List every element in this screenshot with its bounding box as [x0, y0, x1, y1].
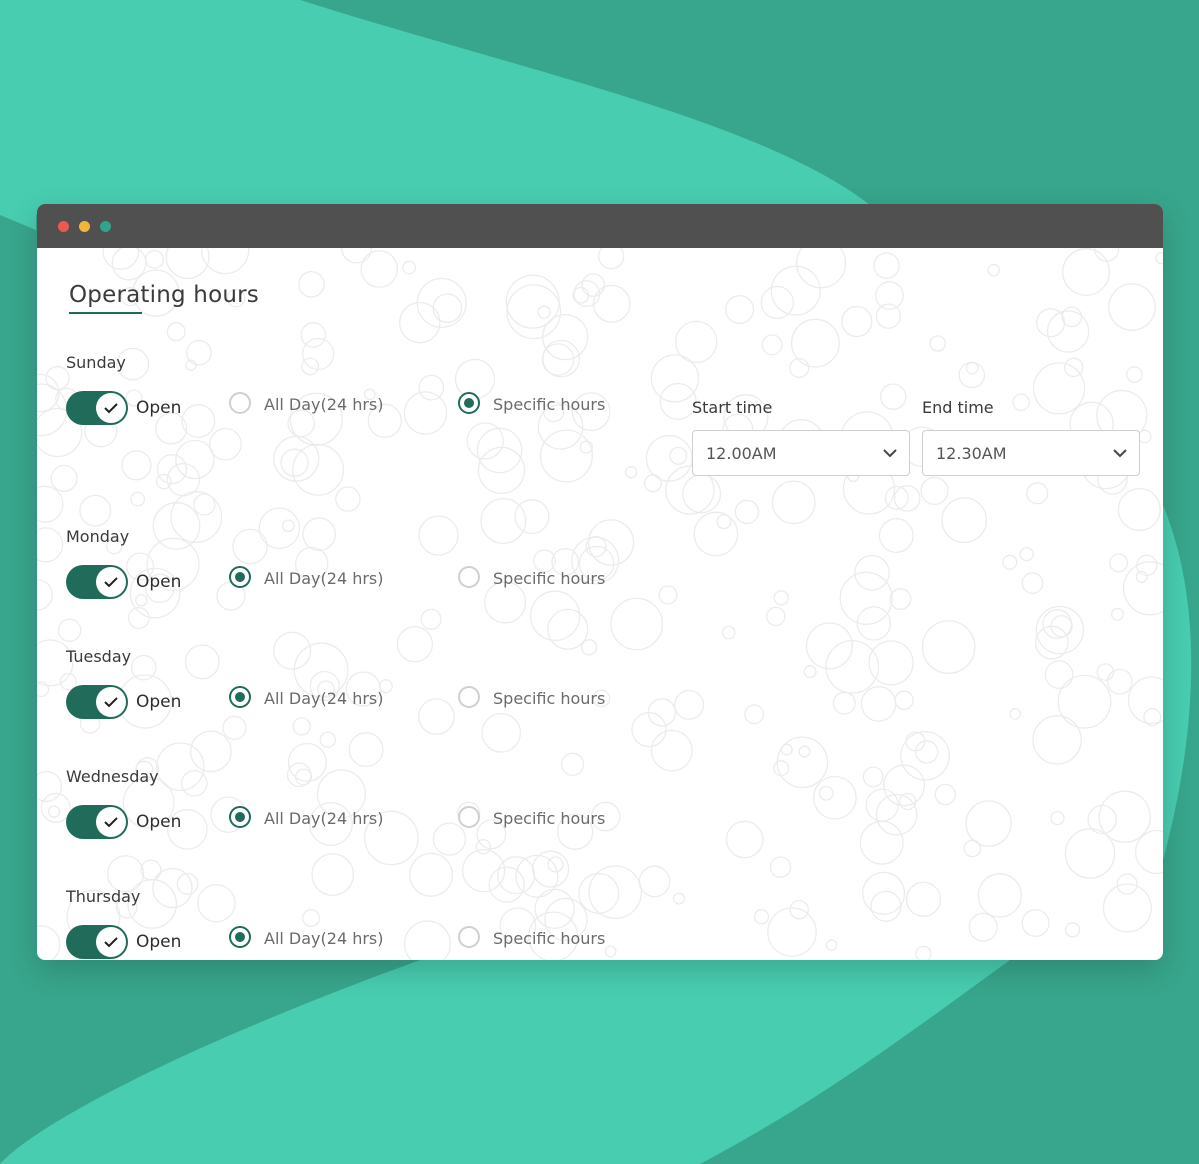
toggle-knob — [96, 927, 126, 957]
open-label-thursday: Open — [136, 932, 182, 952]
chevron-down-icon — [1113, 449, 1127, 458]
day-label-monday: Monday — [66, 527, 130, 546]
check-icon — [104, 937, 118, 948]
day-label-wednesday: Wednesday — [66, 767, 159, 786]
radio-specific-sunday[interactable] — [458, 392, 480, 414]
open-label-tuesday: Open — [136, 692, 182, 712]
radio-allday-label-sunday: All Day(24 hrs) — [264, 395, 384, 414]
open-toggle-thursday[interactable] — [66, 925, 128, 959]
start-time-value: 12.00AM — [706, 444, 777, 463]
open-toggle-monday[interactable] — [66, 565, 128, 599]
open-label-sunday: Open — [136, 398, 182, 418]
radio-specific-label-thursday: Specific hours — [493, 929, 606, 948]
open-toggle-wednesday[interactable] — [66, 805, 128, 839]
close-dot[interactable] — [58, 221, 69, 232]
day-label-tuesday: Tuesday — [66, 647, 132, 666]
operating-hours-panel: Operating hours Sunday Open All Day(24 h… — [37, 248, 1163, 960]
day-label-thursday: Thursday — [66, 887, 141, 906]
check-icon — [104, 577, 118, 588]
radio-allday-wednesday[interactable] — [229, 806, 251, 828]
radio-allday-monday[interactable] — [229, 566, 251, 588]
end-time-label: End time — [922, 398, 994, 417]
chevron-down-icon — [883, 449, 897, 458]
open-label-wednesday: Open — [136, 812, 182, 832]
check-icon — [104, 817, 118, 828]
radio-specific-label-sunday: Specific hours — [493, 395, 606, 414]
start-time-select[interactable]: 12.00AM — [692, 430, 910, 476]
radio-allday-label-wednesday: All Day(24 hrs) — [264, 809, 384, 828]
radio-specific-label-monday: Specific hours — [493, 569, 606, 588]
maximize-dot[interactable] — [100, 221, 111, 232]
radio-specific-thursday[interactable] — [458, 926, 480, 948]
end-time-select[interactable]: 12.30AM — [922, 430, 1140, 476]
radio-allday-label-thursday: All Day(24 hrs) — [264, 929, 384, 948]
radio-specific-monday[interactable] — [458, 566, 480, 588]
radio-allday-thursday[interactable] — [229, 926, 251, 948]
radio-specific-wednesday[interactable] — [458, 806, 480, 828]
toggle-knob — [96, 687, 126, 717]
open-label-monday: Open — [136, 572, 182, 592]
toggle-knob — [96, 393, 126, 423]
window-titlebar — [37, 204, 1163, 248]
check-icon — [104, 403, 118, 414]
open-toggle-sunday[interactable] — [66, 391, 128, 425]
radio-specific-label-wednesday: Specific hours — [493, 809, 606, 828]
radio-specific-label-tuesday: Specific hours — [493, 689, 606, 708]
app-window: Operating hours Sunday Open All Day(24 h… — [37, 204, 1163, 960]
bubble-pattern-background — [37, 248, 1163, 960]
check-icon — [104, 697, 118, 708]
radio-allday-tuesday[interactable] — [229, 686, 251, 708]
end-time-value: 12.30AM — [936, 444, 1007, 463]
toggle-knob — [96, 567, 126, 597]
title-underline — [69, 312, 142, 314]
page-title: Operating hours — [69, 282, 259, 308]
radio-allday-label-tuesday: All Day(24 hrs) — [264, 689, 384, 708]
day-label-sunday: Sunday — [66, 353, 126, 372]
minimize-dot[interactable] — [79, 221, 90, 232]
radio-allday-sunday[interactable] — [229, 392, 251, 414]
open-toggle-tuesday[interactable] — [66, 685, 128, 719]
radio-specific-tuesday[interactable] — [458, 686, 480, 708]
toggle-knob — [96, 807, 126, 837]
start-time-label: Start time — [692, 398, 773, 417]
radio-allday-label-monday: All Day(24 hrs) — [264, 569, 384, 588]
